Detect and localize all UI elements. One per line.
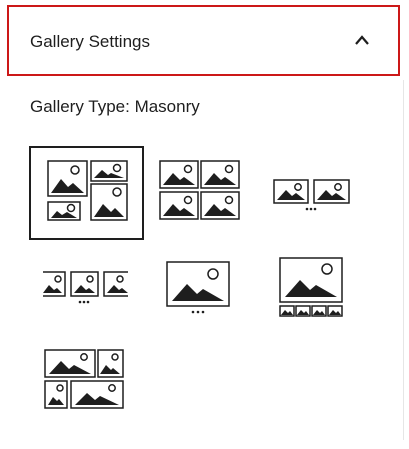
- gallery-option-masonry[interactable]: [29, 146, 144, 240]
- multi-slide-carousel-icon: [43, 271, 128, 304]
- gallery-option-justified[interactable]: [38, 343, 132, 413]
- gallery-option-carousel[interactable]: [266, 168, 362, 216]
- gallery-option-grid[interactable]: [155, 153, 245, 227]
- gallery-settings-panel: Gallery Settings Gallery Type: Masonry: [0, 0, 404, 449]
- justified-layout-icon: [44, 349, 124, 409]
- grid-layout-icon: [159, 160, 240, 220]
- gallery-option-slider-carousel[interactable]: [38, 262, 132, 308]
- chevron-up-icon[interactable]: [353, 34, 371, 46]
- gallery-settings-title: Gallery Settings: [30, 32, 150, 51]
- gallery-option-slideshow[interactable]: [158, 253, 240, 317]
- gallery-option-slideshow-thumbnails[interactable]: [272, 252, 350, 320]
- masonry-layout-icon: [47, 160, 128, 221]
- slideshow-icon: [166, 261, 230, 314]
- carousel-layout-icon: [273, 179, 350, 211]
- gallery-settings-header[interactable]: Gallery Settings: [7, 5, 400, 76]
- panel-right-divider: [403, 80, 404, 440]
- gallery-type-label: Gallery Type: Masonry: [30, 97, 200, 116]
- slideshow-thumbnails-icon: [279, 257, 343, 317]
